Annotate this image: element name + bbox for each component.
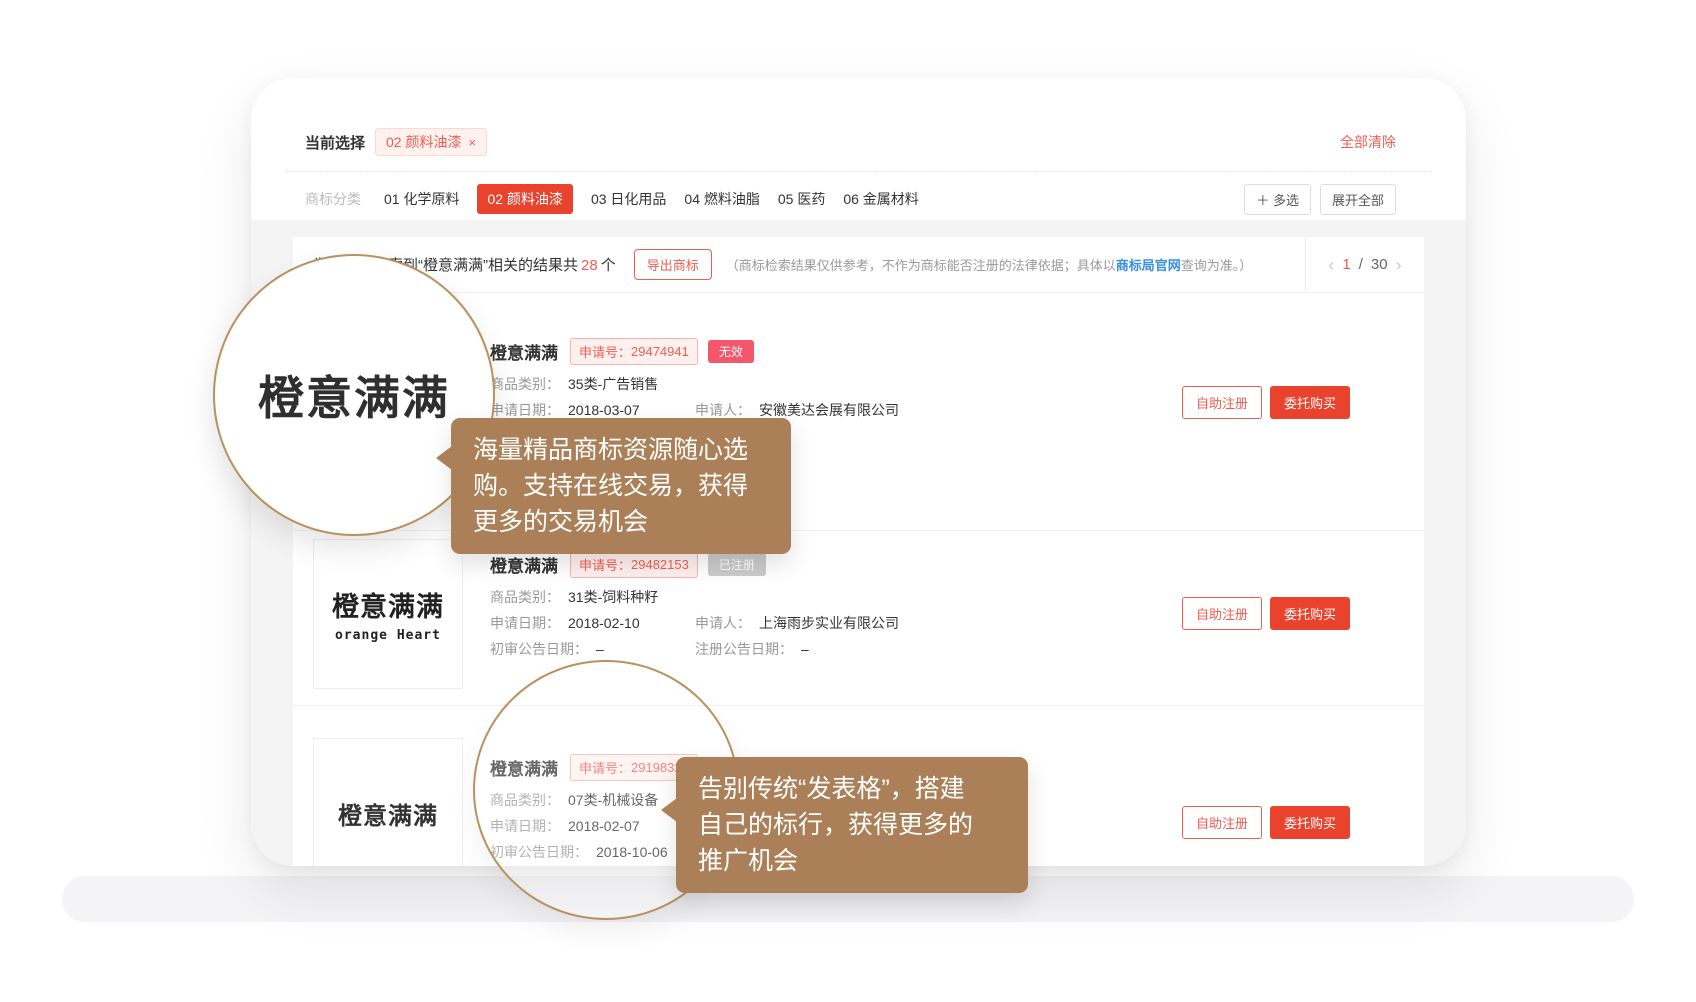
applicant-pair: 申请人： 上海雨步实业有限公司 [695, 613, 899, 633]
registration-pub-pair: 注册公告日期：– [695, 639, 809, 659]
field-label: 申请人： [695, 402, 751, 418]
publication-line: 初审公告日期：– 注册公告日期：– [490, 639, 1164, 659]
field-value: 2018-02-10 [568, 615, 640, 631]
field-value: 2018-03-07 [568, 402, 640, 418]
field-value: 35类-广告销售 [568, 376, 658, 392]
field-value: 安徽美达会展有限公司 [759, 402, 899, 418]
date-line: 申请日期： 2018-02-10 申请人： 上海雨步实业有限公司 [490, 613, 1164, 633]
current-page: 1 [1342, 256, 1350, 273]
category-filter-row: 商标分类 01 化学原料 02 颜料油漆 03 日化用品 04 燃料油脂 05 … [305, 177, 1396, 221]
trademark-image-text: 橙意满满 [332, 585, 444, 624]
next-page-icon[interactable]: › [1396, 256, 1402, 274]
self-register-button[interactable]: 自助注册 [1182, 386, 1262, 419]
status-badge: 已注册 [708, 553, 766, 576]
callout-tooltip-trade: 海量精品商标资源随心选 购。支持在线交易，获得 更多的交易机会 [451, 418, 791, 554]
category-line: 商品类别： 31类-饲料种籽 [490, 587, 1164, 607]
trademark-title-line: 橙意满满 申请号：29482153 已注册 [490, 553, 1164, 575]
export-trademark-button[interactable]: 导出商标 [634, 249, 712, 280]
results-header: 为您在线检索到“橙意满满”相关的结果共28个 导出商标 （商标检索结果仅供参考，… [293, 237, 1424, 293]
application-number-tag: 申请号：29482153 [570, 551, 698, 578]
entrust-purchase-button[interactable]: 委托购买 [1270, 597, 1350, 630]
current-selection-label: 当前选择 [305, 132, 365, 153]
results-count: 28 [581, 257, 598, 274]
field-label: 商品类别： [490, 376, 560, 392]
disclaimer-text-pre: （商标检索结果仅供参考，不作为商标能否注册的法律依据；具体以 [726, 258, 1116, 273]
field-label: 申请日期： [490, 615, 560, 631]
total-pages: 30 [1371, 256, 1388, 273]
row-actions: 自助注册 委托购买 [1182, 806, 1350, 839]
field-value: – [596, 641, 604, 657]
selected-filter-tag[interactable]: 02 颜料油漆 × [375, 128, 487, 156]
entrust-purchase-button[interactable]: 委托购买 [1270, 806, 1350, 839]
summary-unit: 个 [601, 257, 616, 274]
category-item-06[interactable]: 06 金属材料 [843, 189, 918, 209]
selected-filter-tag-label: 02 颜料油漆 [386, 132, 461, 152]
results-disclaimer: （商标检索结果仅供参考，不作为商标能否注册的法律依据；具体以商标局官网查询为准。… [726, 255, 1253, 274]
category-row-label: 商标分类 [305, 189, 361, 209]
field-value: – [801, 641, 809, 657]
field-label: 申请人： [695, 615, 751, 631]
field-label: 商品类别： [490, 589, 560, 605]
callout-tooltip-promo: 告别传统“发表格”，搭建 自己的标行，获得更多的 推广机会 [676, 757, 1028, 893]
trademark-image: 橙意满满 orange Heart [313, 539, 463, 689]
applicant-pair: 申请人： 安徽美达会展有限公司 [695, 400, 899, 420]
application-number-value: 29474941 [631, 344, 689, 359]
disclaimer-text-post: 查询为准。） [1181, 258, 1253, 273]
remove-tag-icon[interactable]: × [468, 135, 476, 150]
dashed-divider [285, 171, 1432, 172]
field-label: 初审公告日期： [490, 641, 588, 657]
field-value: 31类-饲料种籽 [568, 589, 658, 605]
trademark-name: 橙意满满 [490, 552, 558, 577]
trademark-image: 橙意满满 [313, 738, 463, 866]
expand-all-button[interactable]: 展开全部 [1320, 184, 1396, 215]
pagination: ‹ 1 / 30 › [1305, 237, 1424, 292]
magnified-trademark-text: 橙意满满 [258, 362, 450, 428]
category-line: 商品类别： 35类-广告销售 [490, 374, 1164, 394]
category-item-03[interactable]: 03 日化用品 [591, 189, 666, 209]
entrust-purchase-button[interactable]: 委托购买 [1270, 386, 1350, 419]
application-number-label: 申请号： [579, 342, 631, 361]
current-selection-row: 当前选择 02 颜料油漆 × 全部清除 [305, 128, 1396, 156]
category-item-01[interactable]: 01 化学原料 [384, 189, 459, 209]
trademark-title-line: 橙意满满 申请号：29474941 无效 [490, 340, 1164, 362]
field-label: 注册公告日期： [695, 641, 793, 657]
trademark-office-link[interactable]: 商标局官网 [1116, 258, 1181, 273]
category-item-04[interactable]: 04 燃料油脂 [684, 189, 759, 209]
trademark-details: 橙意满满 申请号：29482153 已注册 商品类别： 31类-饲料种籽 申请日期… [490, 553, 1164, 659]
clear-all-button[interactable]: 全部清除 [1340, 132, 1396, 152]
trademark-image-subtext: orange Heart [335, 628, 441, 643]
status-badge: 无效 [708, 340, 754, 363]
application-number-label: 申请号： [579, 555, 631, 574]
prev-page-icon[interactable]: ‹ [1328, 256, 1334, 274]
row-actions: 自助注册 委托购买 [1182, 597, 1350, 630]
category-item-05[interactable]: 05 医药 [778, 189, 825, 209]
trademark-name: 橙意满满 [490, 339, 558, 364]
multi-select-button[interactable]: ＋ 多选 [1244, 184, 1311, 215]
trademark-details: 橙意满满 申请号：29474941 无效 商品类别： 35类-广告销售 申请日期：… [490, 340, 1164, 420]
page-separator: / [1359, 256, 1363, 273]
trademark-image-text: 橙意满满 [338, 796, 438, 831]
field-label: 申请日期： [490, 402, 560, 418]
self-register-button[interactable]: 自助注册 [1182, 597, 1262, 630]
result-row: 橙意满满 orange Heart 橙意满满 申请号：29482153 已注册 … [293, 530, 1424, 705]
application-number-tag: 申请号：29474941 [570, 338, 698, 365]
row-actions: 自助注册 委托购买 [1182, 386, 1350, 419]
field-value: 上海雨步实业有限公司 [759, 615, 899, 631]
date-line: 申请日期： 2018-03-07 申请人： 安徽美达会展有限公司 [490, 400, 1164, 420]
self-register-button[interactable]: 自助注册 [1182, 806, 1262, 839]
application-number-value: 29482153 [631, 557, 689, 572]
category-item-02-selected[interactable]: 02 颜料油漆 [477, 184, 572, 214]
page: 当前选择 02 颜料油漆 × 全部清除 商标分类 01 化学原料 02 颜料油漆… [0, 0, 1696, 1002]
